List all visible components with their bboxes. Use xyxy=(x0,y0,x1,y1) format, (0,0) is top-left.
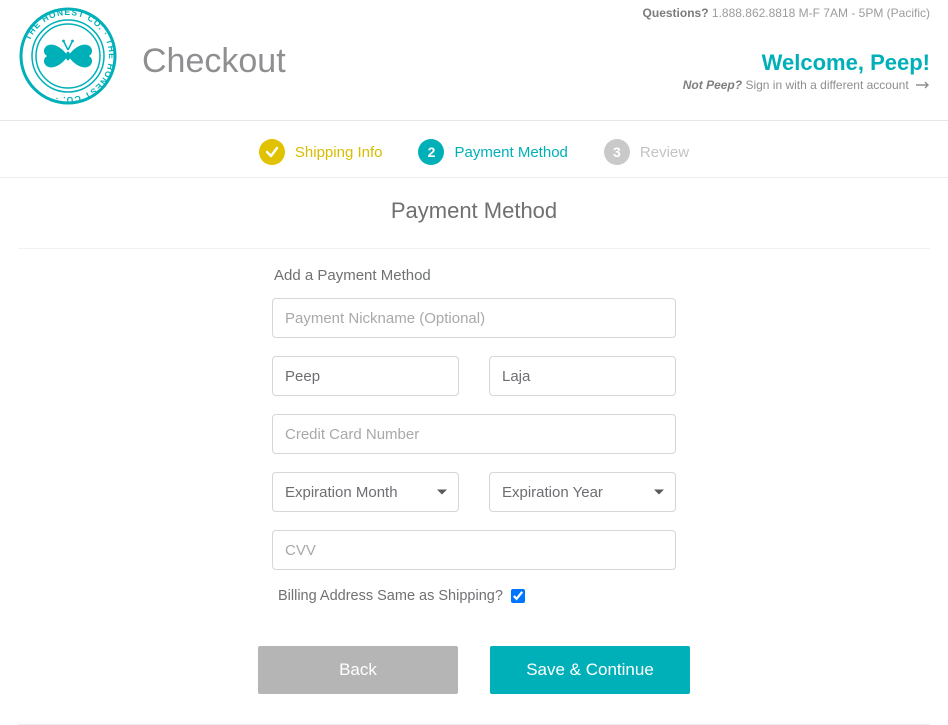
page-title: Checkout xyxy=(142,42,286,81)
back-button[interactable]: Back xyxy=(258,646,458,694)
step-payment[interactable]: 2 Payment Method xyxy=(418,139,567,165)
header-right: Questions? 1.888.862.8818 M-F 7AM - 5PM … xyxy=(643,6,930,92)
add-payment-label: Add a Payment Method xyxy=(272,267,676,284)
step-2-badge: 2 xyxy=(418,139,444,165)
questions-label: Questions? xyxy=(643,6,709,20)
section-divider xyxy=(18,248,930,249)
signin-different-link[interactable]: Sign in with a different account xyxy=(745,78,930,92)
expiration-year-select[interactable]: Expiration Year xyxy=(489,472,676,512)
arrow-right-icon xyxy=(916,78,930,92)
step-3-badge: 3 xyxy=(604,139,630,165)
not-you-prefix: Not Peep? xyxy=(683,78,742,92)
cvv-input[interactable] xyxy=(272,530,676,570)
save-continue-button[interactable]: Save & Continue xyxy=(490,646,690,694)
first-name-input[interactable] xyxy=(272,356,459,396)
card-number-input[interactable] xyxy=(272,414,676,454)
step-review-label: Review xyxy=(640,144,689,161)
questions-info: 1.888.862.8818 M-F 7AM - 5PM (Pacific) xyxy=(712,6,930,20)
not-you: Not Peep? Sign in with a different accou… xyxy=(643,78,930,92)
billing-same-label: Billing Address Same as Shipping? xyxy=(278,588,503,604)
payment-nickname-input[interactable] xyxy=(272,298,676,338)
payment-form: Add a Payment Method Expiration Month Ex… xyxy=(272,267,676,604)
brand-logo[interactable]: THE HONEST CO. · THE HONEST CO. · xyxy=(18,6,118,106)
last-name-input[interactable] xyxy=(489,356,676,396)
step-payment-label: Payment Method xyxy=(454,144,567,161)
step-review: 3 Review xyxy=(604,139,689,165)
step-shipping-label: Shipping Info xyxy=(295,144,383,161)
content: Payment Method Add a Payment Method Expi… xyxy=(0,177,948,725)
header: THE HONEST CO. · THE HONEST CO. · Checko… xyxy=(0,0,948,106)
section-title: Payment Method xyxy=(0,178,948,248)
welcome-text: Welcome, Peep! xyxy=(643,50,930,76)
checkout-steps: Shipping Info 2 Payment Method 3 Review xyxy=(0,121,948,177)
billing-same-checkbox[interactable] xyxy=(511,589,525,603)
questions-text: Questions? 1.888.862.8818 M-F 7AM - 5PM … xyxy=(643,6,930,20)
button-row: Back Save & Continue xyxy=(257,646,691,694)
expiration-month-select[interactable]: Expiration Month xyxy=(272,472,459,512)
signin-different-text: Sign in with a different account xyxy=(745,78,908,92)
check-icon xyxy=(259,139,285,165)
billing-same-row: Billing Address Same as Shipping? xyxy=(278,588,676,604)
step-shipping[interactable]: Shipping Info xyxy=(259,139,383,165)
